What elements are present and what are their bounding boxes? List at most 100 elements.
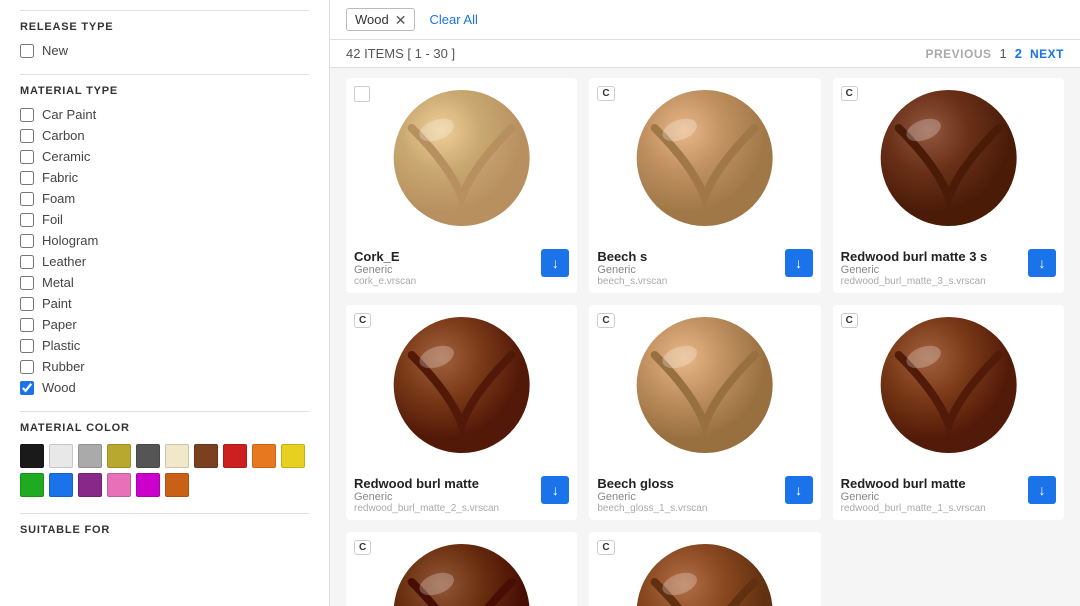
- release-type-title: RELEASE TYPE: [20, 10, 309, 33]
- active-filter-tag[interactable]: Wood ✕: [346, 8, 415, 31]
- download-button[interactable]: ↓: [785, 249, 813, 277]
- release-new-checkbox[interactable]: [20, 44, 34, 58]
- material-type-checkbox[interactable]: [20, 360, 34, 374]
- card-type: Generic: [841, 264, 988, 276]
- release-new-label[interactable]: New: [42, 43, 68, 58]
- material-card[interactable]: CBeech sGenericbeech_s.vrscan↓: [589, 78, 820, 293]
- material-type-row[interactable]: Plastic: [20, 338, 309, 353]
- card-text: Cork_EGenericcork_e.vrscan: [354, 249, 416, 287]
- material-type-row[interactable]: Paper: [20, 317, 309, 332]
- material-type-checkbox[interactable]: [20, 318, 34, 332]
- color-swatch[interactable]: [252, 444, 276, 468]
- card-name: Redwood burl matte: [354, 476, 499, 491]
- material-card[interactable]: CRedwood burl matte 3 sGenericredwood_bu…: [833, 78, 1064, 293]
- material-type-row[interactable]: Car Paint: [20, 107, 309, 122]
- color-swatch[interactable]: [107, 444, 131, 468]
- material-type-row[interactable]: Metal: [20, 275, 309, 290]
- page-1-button[interactable]: 1: [1000, 46, 1007, 61]
- material-type-row[interactable]: Foil: [20, 212, 309, 227]
- color-swatch[interactable]: [194, 444, 218, 468]
- material-color-title: MATERIAL COLOR: [20, 411, 309, 434]
- color-swatch[interactable]: [223, 444, 247, 468]
- download-button[interactable]: ↓: [785, 476, 813, 504]
- results-bar: 42 ITEMS [ 1 - 30 ] PREVIOUS 1 2 NEXT: [330, 40, 1080, 68]
- material-card[interactable]: C: [346, 532, 577, 606]
- material-type-row[interactable]: Hologram: [20, 233, 309, 248]
- download-button[interactable]: ↓: [1028, 249, 1056, 277]
- card-filename: redwood_burl_matte_1_s.vrscan: [841, 503, 986, 514]
- material-card[interactable]: Cork_EGenericcork_e.vrscan ↓: [346, 78, 577, 293]
- color-swatch[interactable]: [78, 444, 102, 468]
- material-card[interactable]: CRedwood burl matteGenericredwood_burl_m…: [833, 305, 1064, 520]
- previous-button[interactable]: PREVIOUS: [926, 47, 992, 61]
- remove-filter-icon[interactable]: ✕: [395, 13, 407, 27]
- material-type-row[interactable]: Ceramic: [20, 149, 309, 164]
- card-type: Generic: [597, 264, 667, 276]
- material-type-checkbox[interactable]: [20, 192, 34, 206]
- material-type-checkbox[interactable]: [20, 171, 34, 185]
- card-badge: C: [841, 86, 858, 101]
- material-type-checkbox[interactable]: [20, 108, 34, 122]
- material-type-checkbox[interactable]: [20, 297, 34, 311]
- color-swatch[interactable]: [78, 473, 102, 497]
- material-type-row[interactable]: Foam: [20, 191, 309, 206]
- color-swatch[interactable]: [165, 444, 189, 468]
- material-type-checkbox[interactable]: [20, 213, 34, 227]
- material-type-label[interactable]: Car Paint: [42, 107, 96, 122]
- color-swatch[interactable]: [107, 473, 131, 497]
- material-type-title: MATERIAL TYPE: [20, 74, 309, 97]
- card-type: Generic: [841, 491, 986, 503]
- material-type-label[interactable]: Plastic: [42, 338, 80, 353]
- main-content: Wood ✕ Clear All 42 ITEMS [ 1 - 30 ] PRE…: [330, 0, 1080, 606]
- material-type-label[interactable]: Paint: [42, 296, 72, 311]
- card-select-checkbox[interactable]: [354, 86, 370, 102]
- color-swatch[interactable]: [20, 444, 44, 468]
- color-swatch[interactable]: [49, 473, 73, 497]
- card-type: Generic: [354, 491, 499, 503]
- material-type-section: MATERIAL TYPE Car Paint Carbon Ceramic Fabr…: [20, 74, 309, 395]
- material-type-label[interactable]: Carbon: [42, 128, 85, 143]
- color-swatch[interactable]: [136, 444, 160, 468]
- material-type-checkbox[interactable]: [20, 129, 34, 143]
- material-type-label[interactable]: Rubber: [42, 359, 85, 374]
- material-type-checkbox[interactable]: [20, 276, 34, 290]
- clear-all-button[interactable]: Clear All: [425, 12, 481, 27]
- material-type-label[interactable]: Foil: [42, 212, 63, 227]
- material-type-label[interactable]: Foam: [42, 191, 75, 206]
- material-type-label[interactable]: Ceramic: [42, 149, 90, 164]
- release-new-row[interactable]: New: [20, 43, 309, 58]
- card-name: Beech gloss: [597, 476, 707, 491]
- material-card[interactable]: CRedwood burl matteGenericredwood_burl_m…: [346, 305, 577, 520]
- topbar: Wood ✕ Clear All: [330, 0, 1080, 40]
- material-type-row[interactable]: Rubber: [20, 359, 309, 374]
- material-type-label[interactable]: Leather: [42, 254, 86, 269]
- color-swatch[interactable]: [136, 473, 160, 497]
- color-swatch[interactable]: [165, 473, 189, 497]
- page-2-button[interactable]: 2: [1015, 46, 1022, 61]
- material-type-row[interactable]: Carbon: [20, 128, 309, 143]
- material-type-row[interactable]: Wood: [20, 380, 309, 395]
- material-type-checkbox[interactable]: [20, 255, 34, 269]
- next-button[interactable]: NEXT: [1030, 47, 1064, 61]
- material-type-row[interactable]: Leather: [20, 254, 309, 269]
- material-type-checkbox[interactable]: [20, 234, 34, 248]
- material-type-row[interactable]: Paint: [20, 296, 309, 311]
- material-card[interactable]: C: [589, 532, 820, 606]
- material-type-checkbox[interactable]: [20, 339, 34, 353]
- material-card[interactable]: CBeech glossGenericbeech_gloss_1_s.vrsca…: [589, 305, 820, 520]
- material-type-label[interactable]: Paper: [42, 317, 77, 332]
- color-swatch[interactable]: [20, 473, 44, 497]
- material-type-label[interactable]: Wood: [42, 380, 76, 395]
- material-type-label[interactable]: Fabric: [42, 170, 78, 185]
- download-button[interactable]: ↓: [541, 476, 569, 504]
- ball-svg: [346, 305, 577, 465]
- download-button[interactable]: ↓: [1028, 476, 1056, 504]
- material-type-checkbox[interactable]: [20, 381, 34, 395]
- color-swatch[interactable]: [49, 444, 73, 468]
- material-type-label[interactable]: Hologram: [42, 233, 98, 248]
- material-type-row[interactable]: Fabric: [20, 170, 309, 185]
- material-type-label[interactable]: Metal: [42, 275, 74, 290]
- download-button[interactable]: ↓: [541, 249, 569, 277]
- material-type-checkbox[interactable]: [20, 150, 34, 164]
- color-swatch[interactable]: [281, 444, 305, 468]
